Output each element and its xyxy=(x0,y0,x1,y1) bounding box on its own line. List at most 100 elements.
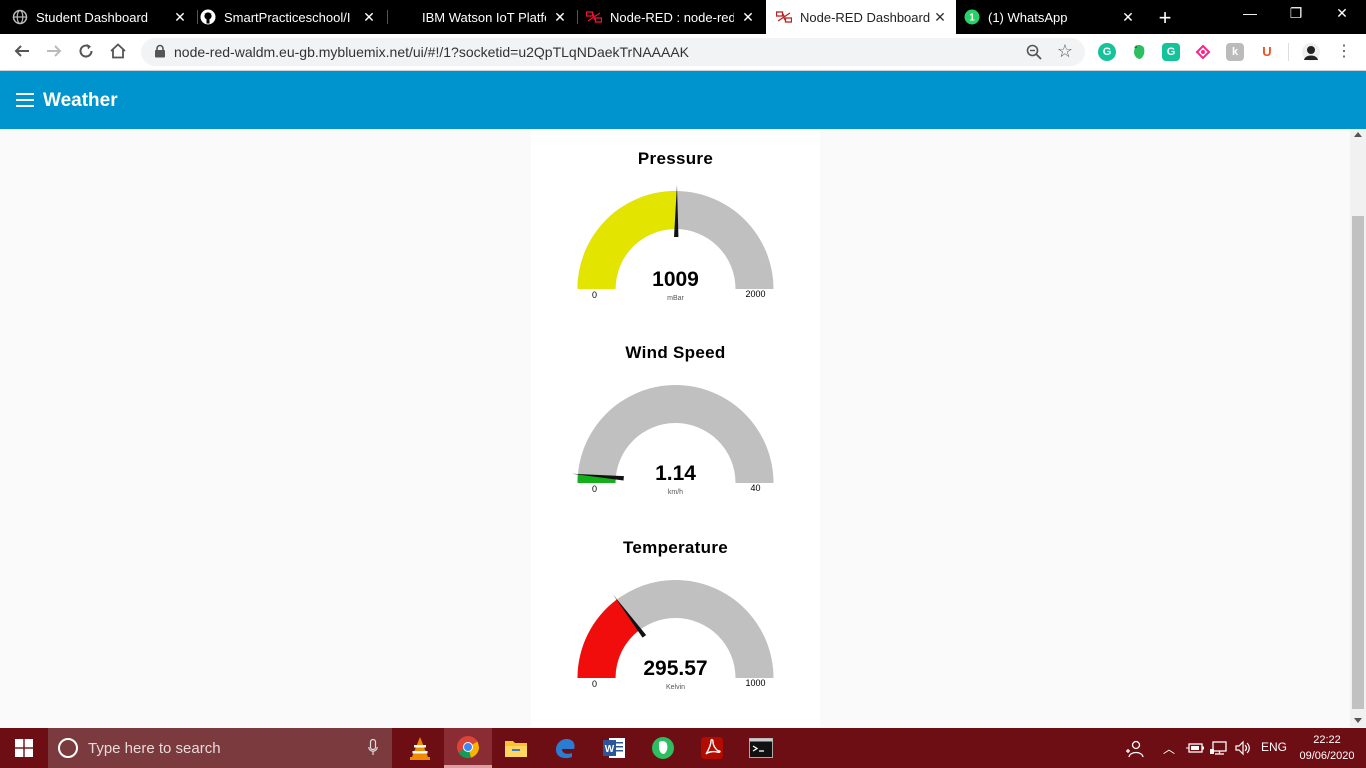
microphone-icon[interactable] xyxy=(368,739,378,756)
network-icon[interactable] xyxy=(1210,740,1228,756)
scrollbar-thumb[interactable] xyxy=(1352,216,1364,709)
tab-separator xyxy=(577,10,578,24)
gauge-value: 1009 xyxy=(652,268,699,291)
browser-tab-strip: Student Dashboard ✕ SmartPracticeschool/… xyxy=(0,0,1366,34)
scroll-up-arrow-icon[interactable] xyxy=(1354,132,1362,137)
url-text: node-red-waldm.eu-gb.mybluemix.net/ui/#!… xyxy=(174,44,690,60)
tab-title: (1) WhatsApp xyxy=(988,9,1068,25)
people-icon[interactable] xyxy=(1126,740,1144,758)
back-arrow-icon xyxy=(14,45,29,57)
more-menu-icon[interactable]: ⋮ xyxy=(1336,42,1352,62)
tab-student-dashboard[interactable]: Student Dashboard ✕ xyxy=(12,0,196,34)
close-icon[interactable]: ✕ xyxy=(361,9,377,26)
tab-ibm-watson[interactable]: IBM Watson IoT Platfor ✕ xyxy=(398,0,576,34)
cortana-icon xyxy=(58,738,78,758)
tab-title: Node-RED Dashboard xyxy=(800,9,930,25)
gauge-title-wind-speed: Wind Speed xyxy=(625,343,726,362)
taskbar-search-box[interactable]: Type here to search xyxy=(48,728,392,768)
node-red-icon xyxy=(586,9,602,25)
tab-smartpracticeschool[interactable]: SmartPracticeschool/IIS ✕ xyxy=(200,0,385,34)
tab-title: SmartPracticeschool/IIS xyxy=(224,9,350,25)
forward-button[interactable] xyxy=(44,42,64,62)
app-toolbar: Weather xyxy=(0,71,1366,129)
extension-icon[interactable] xyxy=(1194,43,1212,61)
gauge-title-pressure: Pressure xyxy=(637,149,714,168)
acrobat-icon[interactable] xyxy=(688,728,736,768)
extension-icon[interactable]: k xyxy=(1226,43,1244,61)
volume-icon[interactable] xyxy=(1234,740,1252,756)
gauge-max-label: 40 xyxy=(750,483,760,493)
tab-title: IBM Watson IoT Platfor xyxy=(422,9,546,25)
system-clock[interactable]: 22:22 09/06/2020 xyxy=(1296,732,1358,764)
forward-arrow-icon xyxy=(47,45,62,57)
close-icon[interactable]: ✕ xyxy=(552,9,568,26)
gauge-value: 295.57 xyxy=(643,657,707,680)
svg-text:W: W xyxy=(605,744,615,755)
evernote-icon[interactable] xyxy=(1130,43,1148,61)
tab-node-red-dashboard[interactable]: Node-RED Dashboard ✕ xyxy=(766,0,956,34)
windows-taskbar: Type here to search W ︿ ENG 22:22 09/06/… xyxy=(0,728,1366,768)
new-tab-button[interactable]: + xyxy=(1155,5,1175,31)
github-icon xyxy=(200,9,216,25)
reload-icon xyxy=(79,44,93,58)
gauge-unit: mBar xyxy=(667,295,684,302)
gauge-min-label: 0 xyxy=(592,484,597,494)
tab-title: Node-RED : node-red-w xyxy=(610,9,734,25)
close-icon[interactable]: ✕ xyxy=(932,9,948,26)
close-window-button[interactable]: ✕ xyxy=(1319,5,1365,22)
node-red-icon xyxy=(776,9,792,25)
terminal-icon[interactable] xyxy=(737,728,785,768)
gauge-temperature: 295.57 Kelvin 0 1000 xyxy=(577,580,774,691)
gauge-max-label: 2000 xyxy=(745,289,765,299)
windows-logo-icon xyxy=(15,739,33,757)
restore-button[interactable]: ❐ xyxy=(1273,5,1319,22)
close-icon[interactable]: ✕ xyxy=(740,9,756,26)
close-icon[interactable]: ✕ xyxy=(1120,9,1136,26)
gauge-min-label: 0 xyxy=(592,290,597,300)
language-indicator[interactable]: ENG xyxy=(1261,740,1287,754)
browser-toolbar: node-red-waldm.eu-gb.mybluemix.net/ui/#!… xyxy=(0,34,1366,71)
edge-icon[interactable] xyxy=(541,728,589,768)
search-placeholder: Type here to search xyxy=(88,740,221,757)
profile-avatar[interactable] xyxy=(1302,43,1320,61)
gauge-value: 1.14 xyxy=(655,462,696,485)
gauge-max-label: 1000 xyxy=(745,678,765,688)
lock-icon xyxy=(155,44,165,58)
dashboard-content: Pressure 1009 mBar 0 2000 Wind Speed 1.14 km… xyxy=(0,129,1350,727)
tab-whatsapp[interactable]: 1 (1) WhatsApp ✕ xyxy=(964,0,1144,34)
evernote-icon[interactable] xyxy=(639,728,687,768)
grammarly-icon[interactable]: G xyxy=(1098,43,1116,61)
home-icon xyxy=(110,43,126,59)
clock-time: 22:22 xyxy=(1313,734,1341,746)
scroll-down-arrow-icon[interactable] xyxy=(1354,718,1362,723)
close-icon[interactable]: ✕ xyxy=(172,9,188,26)
word-icon[interactable]: W xyxy=(590,728,638,768)
minimize-button[interactable]: — xyxy=(1227,5,1273,21)
gauge-unit: km/h xyxy=(668,489,683,496)
bookmark-star-icon[interactable]: ☆ xyxy=(1057,41,1073,62)
back-button[interactable] xyxy=(12,42,32,62)
tab-node-red-editor[interactable]: Node-RED : node-red-w ✕ xyxy=(586,0,764,34)
file-explorer-icon[interactable] xyxy=(492,728,540,768)
whatsapp-badge: 1 xyxy=(969,13,975,24)
zoom-icon[interactable] xyxy=(1025,43,1043,61)
page-scrollbar[interactable] xyxy=(1350,129,1366,727)
chevron-up-icon[interactable]: ︿ xyxy=(1163,740,1175,757)
whatsapp-icon: 1 xyxy=(964,9,980,25)
start-button[interactable] xyxy=(0,728,48,768)
battery-icon[interactable] xyxy=(1186,740,1204,756)
globe-icon xyxy=(12,9,28,25)
ibm-icon xyxy=(398,9,414,25)
vlc-icon[interactable] xyxy=(396,728,444,768)
address-bar[interactable]: node-red-waldm.eu-gb.mybluemix.net/ui/#!… xyxy=(141,38,1085,66)
reload-button[interactable] xyxy=(76,42,96,62)
extension-icon[interactable]: G xyxy=(1162,43,1180,61)
home-button[interactable] xyxy=(108,42,128,62)
gauge-unit: Kelvin xyxy=(666,684,685,691)
chrome-icon[interactable] xyxy=(444,728,492,768)
hamburger-menu-icon[interactable] xyxy=(16,93,34,107)
tab-separator xyxy=(197,10,198,24)
gauge-wind-speed: 1.14 km/h 0 40 xyxy=(571,385,774,496)
extension-icon[interactable]: U xyxy=(1258,43,1276,61)
clock-date: 09/06/2020 xyxy=(1299,750,1355,762)
